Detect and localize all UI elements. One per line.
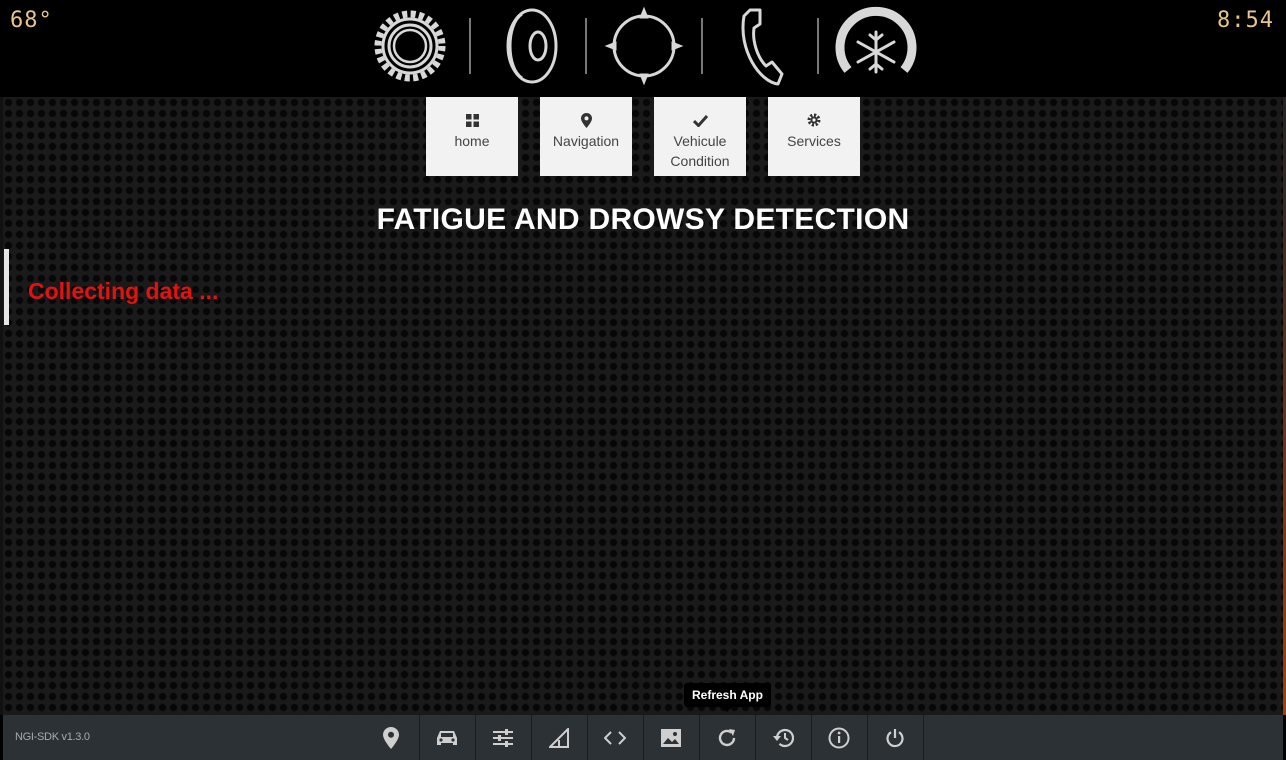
gear-icon[interactable]: [368, 4, 452, 88]
nav-vehicle-condition-button[interactable]: Vehicule Condition: [654, 97, 746, 176]
toolbar-divider: [923, 715, 924, 760]
refresh-icon: [718, 728, 736, 746]
clock: 8:54: [1217, 8, 1274, 33]
code-button[interactable]: [587, 715, 642, 760]
nav-vehicle-label-line1: Vehicule: [673, 133, 727, 149]
nav-home-label: home: [454, 133, 490, 149]
compass-icon[interactable]: [602, 4, 686, 88]
nav-services-button[interactable]: Services: [768, 97, 860, 176]
map-pin-icon: [580, 111, 592, 129]
refresh-tooltip: Refresh App: [684, 683, 771, 712]
check-icon: [692, 111, 708, 129]
sdk-version: NGI-SDK v1.3.0: [15, 731, 90, 743]
refresh-button[interactable]: [699, 715, 754, 760]
nav-home-button[interactable]: home: [426, 97, 518, 176]
history-icon: [773, 728, 794, 747]
climate-snowflake-icon[interactable]: [834, 4, 918, 88]
temperature-readout: 68°: [10, 8, 53, 33]
code-icon: [604, 730, 626, 745]
info-button[interactable]: [811, 715, 866, 760]
phone-icon[interactable]: [718, 4, 802, 88]
nav-services-label: Services: [787, 133, 841, 149]
top-divider: [817, 18, 819, 74]
cog-icon: [807, 111, 821, 129]
grid-icon: [465, 111, 479, 129]
nav-navigation-label: Navigation: [552, 133, 620, 149]
history-button[interactable]: [755, 715, 810, 760]
location-button[interactable]: [363, 715, 418, 760]
signal-icon: [549, 727, 569, 748]
nav-navigation-button[interactable]: Navigation: [540, 97, 632, 176]
top-status-bar: 68° 8:54: [0, 0, 1286, 96]
vehicle-button[interactable]: [419, 715, 474, 760]
nav-vehicle-label-line2: Condition: [670, 153, 730, 169]
top-divider: [469, 18, 471, 74]
top-divider: [701, 18, 703, 74]
settings-sliders-button[interactable]: [475, 715, 530, 760]
sliders-icon: [493, 728, 513, 747]
info-icon: [828, 727, 850, 748]
bottom-toolbar: NGI-SDK v1.3.0: [3, 715, 1283, 760]
location-icon: [382, 726, 399, 749]
status-accent-bar: [4, 249, 9, 325]
image-icon: [661, 728, 681, 747]
status-message: Collecting data ...: [28, 278, 219, 304]
power-icon: [886, 728, 904, 747]
car-icon: [437, 730, 457, 745]
speaker-icon[interactable]: [486, 4, 570, 88]
power-button[interactable]: [867, 715, 922, 760]
image-button[interactable]: [643, 715, 698, 760]
page-title: FATIGUE AND DROWSY DETECTION: [376, 203, 910, 236]
top-divider: [585, 18, 587, 74]
main-content-area: [3, 97, 1283, 715]
signal-button[interactable]: [531, 715, 586, 760]
